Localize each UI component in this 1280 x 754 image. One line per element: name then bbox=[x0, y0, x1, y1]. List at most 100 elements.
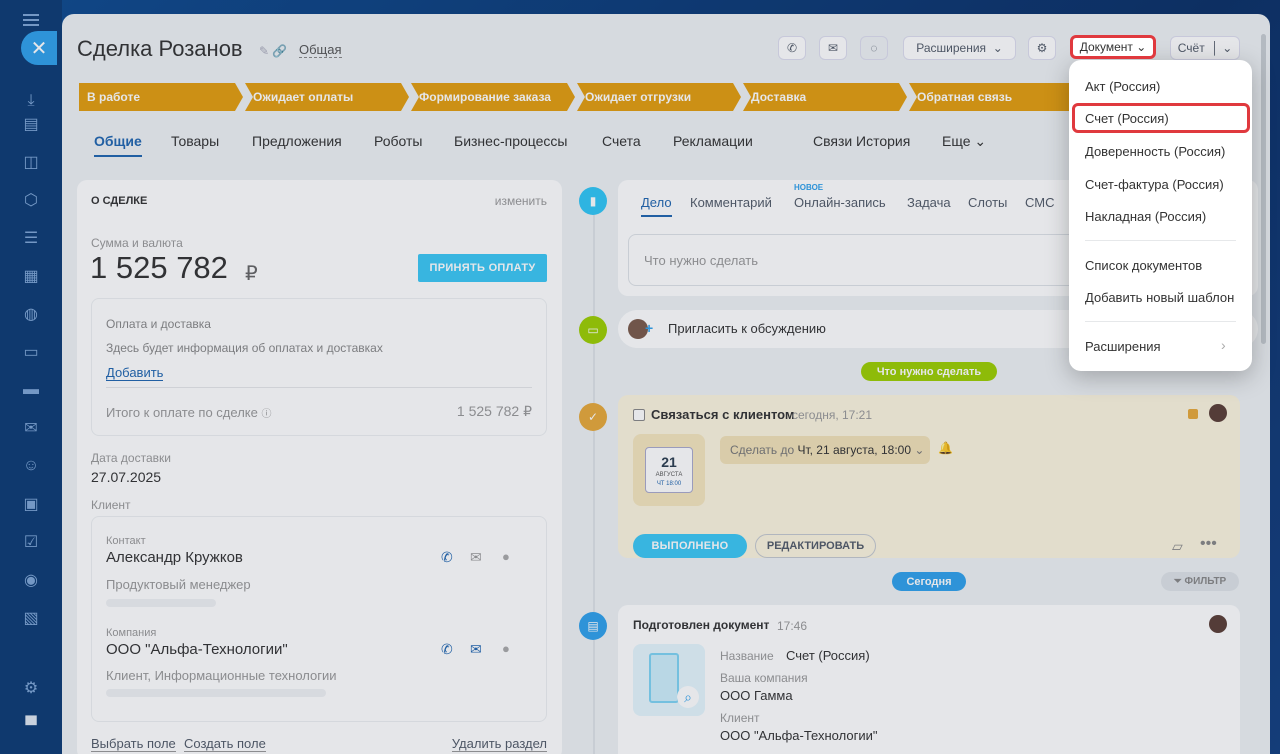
invoice-button[interactable]: Счёт │ ⌄ bbox=[1170, 36, 1240, 60]
tab-comment[interactable]: Комментарий bbox=[690, 195, 772, 210]
tab-slots[interactable]: Слоты bbox=[968, 195, 1007, 210]
edit-button[interactable]: РЕДАКТИРОВАТЬ bbox=[755, 534, 876, 558]
client-label: Клиент bbox=[91, 498, 131, 512]
tab-online-booking[interactable]: Онлайн-запись bbox=[794, 195, 886, 210]
extensions-button[interactable]: Расширения ⌄ bbox=[903, 36, 1016, 60]
delivery-value: 27.07.2025 bbox=[91, 469, 162, 485]
done-button[interactable]: ВЫПОЛНЕНО bbox=[633, 534, 747, 558]
doc-time: 17:46 bbox=[777, 619, 808, 633]
document-icon[interactable]: ▭ bbox=[21, 342, 41, 362]
tab-task[interactable]: Задача bbox=[907, 195, 951, 210]
stage-item[interactable]: Формирование заказа bbox=[411, 83, 575, 111]
menu-item-document-list[interactable]: Список документов bbox=[1085, 258, 1202, 273]
tab-invoices[interactable]: Счета bbox=[602, 133, 641, 149]
stage-item[interactable]: Ожидает оплаты bbox=[245, 83, 409, 111]
menu-icon[interactable] bbox=[23, 14, 39, 26]
document-card: Подготовлен документ 17:46 ⌕ Название Сч… bbox=[618, 605, 1240, 754]
chat-icon[interactable]: ● bbox=[502, 641, 510, 656]
menu-item-act[interactable]: Акт (Россия) bbox=[1085, 79, 1160, 94]
accept-payment-button[interactable]: ПРИНЯТЬ ОПЛАТУ bbox=[418, 254, 547, 282]
section-heading: О СДЕЛКЕ bbox=[91, 195, 148, 207]
gear-icon[interactable]: ⚙ bbox=[1028, 36, 1056, 60]
tab-sms[interactable]: СМС bbox=[1025, 195, 1054, 210]
stage-bar: В работе Ожидает оплаты Формирование зак… bbox=[79, 83, 1079, 111]
robot-icon[interactable]: ◍ bbox=[21, 304, 41, 324]
tab-general[interactable]: Общие bbox=[94, 133, 142, 157]
check-icon[interactable]: ☑ bbox=[21, 532, 41, 552]
menu-item-invoice[interactable]: Счет (Россия) bbox=[1085, 111, 1169, 126]
menu-item-add-template[interactable]: Добавить новый шаблон bbox=[1085, 290, 1234, 305]
tab-robots[interactable]: Роботы bbox=[374, 133, 422, 149]
menu-item-extensions[interactable]: Расширения bbox=[1085, 339, 1161, 354]
scrollbar[interactable] bbox=[1261, 34, 1266, 344]
more-icon[interactable]: ••• bbox=[1200, 535, 1217, 553]
category-select[interactable]: Общая bbox=[299, 42, 342, 58]
m-icon[interactable]: ◉ bbox=[21, 570, 41, 590]
mail-icon[interactable]: ✉ bbox=[470, 641, 482, 658]
contact-name[interactable]: Александр Кружков bbox=[106, 549, 243, 566]
phone-icon[interactable]: ✆ bbox=[778, 36, 806, 60]
contact-role: Продуктовый менеджер bbox=[106, 577, 251, 592]
create-field-link[interactable]: Создать поле bbox=[184, 736, 266, 752]
chevron-right-icon: › bbox=[1221, 337, 1226, 353]
card-icon[interactable]: ▬ bbox=[21, 380, 41, 400]
filter-icon: ⏷ bbox=[1173, 576, 1182, 587]
settings-icon[interactable]: ⚙ bbox=[21, 678, 41, 698]
tab-bizproc[interactable]: Бизнес-процессы bbox=[454, 133, 567, 149]
tab-products[interactable]: Товары bbox=[171, 133, 219, 149]
cal-day: 21 bbox=[661, 454, 677, 470]
deadline-selector[interactable]: Сделать до Чт, 21 августа, 18:00 ⌄ bbox=[720, 436, 930, 464]
new-badge: НОВОЕ bbox=[794, 183, 824, 192]
help-icon[interactable]: ⓘ bbox=[261, 409, 271, 420]
company-value: ООО Гамма bbox=[720, 688, 793, 703]
tab-links[interactable]: Связи bbox=[813, 133, 852, 149]
chat-icon[interactable]: ● bbox=[502, 549, 510, 564]
task-title[interactable]: Связаться с клиентом bbox=[651, 407, 795, 422]
mail-icon[interactable]: ✉ bbox=[470, 549, 482, 566]
stage-item[interactable]: В работе bbox=[79, 83, 243, 111]
menu-item-invoice-facture[interactable]: Счет-фактура (Россия) bbox=[1085, 177, 1224, 192]
document-preview-icon[interactable]: ⌕ bbox=[633, 644, 705, 716]
crm-funnel-icon[interactable]: ☰ bbox=[21, 228, 41, 248]
phone-icon[interactable]: ✆ bbox=[441, 549, 453, 566]
mail-icon[interactable]: ✉ bbox=[819, 36, 847, 60]
users-icon[interactable]: ☺ bbox=[21, 456, 41, 476]
edit-icon[interactable]: ✎ 🔗 bbox=[259, 44, 287, 58]
total-label-text: Итого к оплате по сделке bbox=[106, 405, 258, 420]
chat-icon[interactable]: ◌ bbox=[860, 36, 888, 60]
edit-link[interactable]: изменить bbox=[495, 194, 547, 208]
filter-button[interactable]: ⏷ ФИЛЬТР bbox=[1161, 572, 1239, 591]
company-name[interactable]: ООО "Альфа-Технологии" bbox=[106, 641, 288, 658]
stage-item[interactable]: Ожидает отгрузки bbox=[577, 83, 741, 111]
tab-deal[interactable]: Дело bbox=[641, 195, 672, 217]
tab-history[interactable]: История bbox=[856, 133, 910, 149]
menu-item-waybill[interactable]: Накладная (Россия) bbox=[1085, 209, 1206, 224]
company-label: Ваша компания bbox=[720, 671, 808, 685]
close-button[interactable]: ✕ bbox=[21, 31, 57, 65]
mail-icon[interactable]: ✉ bbox=[21, 418, 41, 438]
tab-more[interactable]: Еще ⌄ bbox=[942, 133, 986, 150]
task-checkbox[interactable] bbox=[633, 409, 645, 421]
printer-icon[interactable]: ▀ bbox=[21, 716, 41, 736]
tab-claims[interactable]: Рекламации bbox=[673, 133, 753, 149]
tasks-icon[interactable]: ▤ bbox=[21, 114, 41, 134]
board-icon[interactable]: ▣ bbox=[21, 494, 41, 514]
stage-item[interactable]: Обратная связь bbox=[909, 83, 1079, 111]
menu-item-power-of-attorney[interactable]: Доверенность (Россия) bbox=[1085, 144, 1225, 159]
choose-field-link[interactable]: Выбрать поле bbox=[91, 736, 176, 752]
chat-icon[interactable]: ◫ bbox=[21, 152, 41, 172]
bell-icon[interactable]: 🔔 bbox=[938, 441, 953, 455]
note-icon[interactable]: ▱ bbox=[1172, 538, 1183, 555]
tab-offers[interactable]: Предложения bbox=[252, 133, 342, 149]
about-deal-card: О СДЕЛКЕ изменить Сумма и валюта 1 525 7… bbox=[77, 180, 562, 754]
document-button[interactable]: Документ ⌄ bbox=[1070, 35, 1156, 59]
phone-icon[interactable]: ✆ bbox=[441, 641, 453, 658]
delete-section-link[interactable]: Удалить раздел bbox=[451, 736, 547, 752]
add-payment-link[interactable]: Добавить bbox=[106, 365, 164, 381]
task-card: Связаться с клиентом сегодня, 17:21 21 А… bbox=[618, 395, 1240, 558]
stage-item[interactable]: Доставка bbox=[743, 83, 907, 111]
download-icon[interactable]: ⤓ bbox=[21, 91, 41, 111]
sites-icon[interactable]: ▧ bbox=[21, 608, 41, 628]
calendar-icon[interactable]: ▦ bbox=[21, 266, 41, 286]
hexagon-icon[interactable]: ⬡ bbox=[21, 190, 41, 210]
